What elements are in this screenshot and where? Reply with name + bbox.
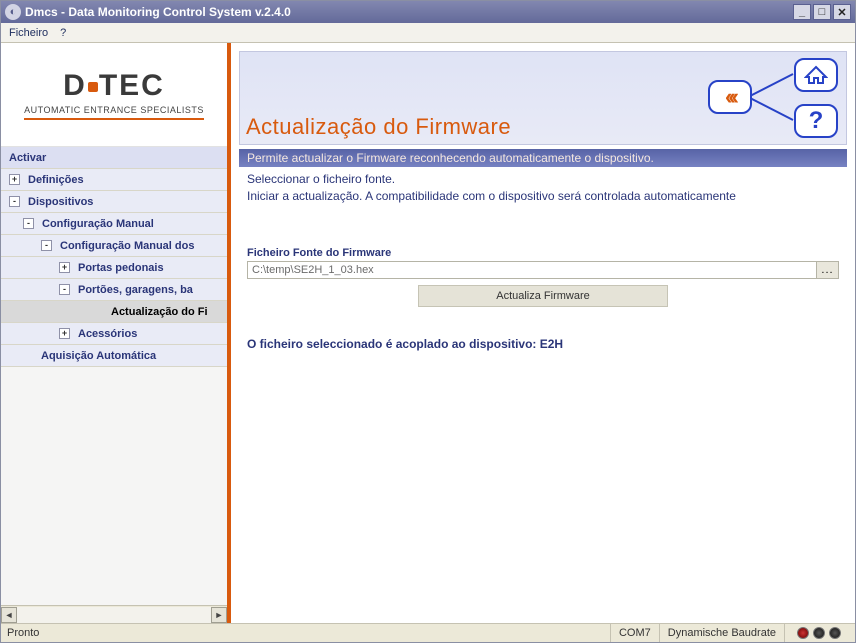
back-icon: ‹‹‹ bbox=[725, 84, 735, 110]
logo-area: DTEC AUTOMATIC ENTRANCE SPECIALISTS bbox=[1, 43, 227, 147]
status-ready: Pronto bbox=[7, 624, 47, 642]
app-icon: ◐ bbox=[5, 4, 21, 20]
scroll-right-icon[interactable]: ► bbox=[211, 607, 227, 623]
description-panel: Permite actualizar o Firmware reconhecen… bbox=[239, 149, 847, 211]
home-button[interactable] bbox=[794, 58, 838, 92]
collapse-icon[interactable]: - bbox=[59, 284, 70, 295]
description-line-2: Seleccionar o ficheiro fonte. bbox=[247, 171, 839, 188]
collapse-icon[interactable]: - bbox=[23, 218, 34, 229]
tree-scrollbar-horizontal[interactable]: ◄ ► bbox=[1, 605, 227, 623]
titlebar: ◐ Dmcs - Data Monitoring Control System … bbox=[1, 1, 855, 23]
app-window: ◐ Dmcs - Data Monitoring Control System … bbox=[0, 0, 856, 643]
logo-subtitle: AUTOMATIC ENTRANCE SPECIALISTS bbox=[24, 105, 204, 120]
hero-nav-icons: ‹‹‹ ? bbox=[668, 58, 838, 140]
back-button[interactable]: ‹‹‹ bbox=[708, 80, 752, 114]
body-area: DTEC AUTOMATIC ENTRANCE SPECIALISTS Acti… bbox=[1, 43, 855, 623]
maximize-button[interactable]: □ bbox=[813, 4, 831, 20]
minimize-button[interactable]: _ bbox=[793, 4, 811, 20]
update-firmware-button[interactable]: Actualiza Firmware bbox=[418, 285, 668, 307]
status-leds bbox=[784, 624, 849, 642]
sidebar-item-aquisicao-auto[interactable]: Aquisição Automática bbox=[1, 345, 227, 367]
sidebar-item-actualizacao-firmware[interactable]: Actualização do Fi bbox=[1, 301, 227, 323]
help-button[interactable]: ? bbox=[794, 104, 838, 138]
description-bar: Permite actualizar o Firmware reconhecen… bbox=[239, 149, 847, 167]
sidebar-item-portoes-garagens[interactable]: - Portões, garagens, ba bbox=[1, 279, 227, 301]
hero-banner: ‹‹‹ ? Actualização do Firmware bbox=[239, 51, 847, 145]
sidebar-item-definicoes[interactable]: + Definições bbox=[1, 169, 227, 191]
sidebar-item-config-manual[interactable]: - Configuração Manual bbox=[1, 213, 227, 235]
file-source-label: Ficheiro Fonte do Firmware bbox=[247, 247, 839, 259]
scroll-track[interactable] bbox=[17, 607, 211, 623]
led-dark-icon bbox=[829, 627, 841, 639]
expand-icon[interactable]: + bbox=[59, 262, 70, 273]
menu-bar: Ficheiro ? bbox=[1, 23, 855, 43]
sidebar-item-acessorios[interactable]: + Acessórios bbox=[1, 323, 227, 345]
expand-icon[interactable]: + bbox=[9, 174, 20, 185]
collapse-icon[interactable]: - bbox=[9, 196, 20, 207]
scroll-left-icon[interactable]: ◄ bbox=[1, 607, 17, 623]
logo-brand: DTEC bbox=[63, 69, 165, 103]
nav-tree: Activar + Definições - Dispositivos - Co… bbox=[1, 147, 227, 605]
led-dark-icon bbox=[813, 627, 825, 639]
menu-ficheiro[interactable]: Ficheiro bbox=[9, 27, 48, 39]
status-bar: Pronto COM7 Dynamische Baudrate bbox=[1, 623, 855, 642]
home-icon bbox=[804, 65, 828, 85]
window-title: Dmcs - Data Monitoring Control System v.… bbox=[25, 5, 791, 19]
sidebar-item-dispositivos[interactable]: - Dispositivos bbox=[1, 191, 227, 213]
file-path-input[interactable]: C:\temp\SE2H_1_03.hex bbox=[247, 261, 817, 279]
description-line-3: Iniciar a actualização. A compatibilidad… bbox=[247, 188, 839, 205]
sidebar-item-portas-pedonais[interactable]: + Portas pedonais bbox=[1, 257, 227, 279]
expand-icon[interactable]: + bbox=[59, 328, 70, 339]
browse-button[interactable]: ... bbox=[817, 261, 839, 279]
sidebar-item-config-manual-dos[interactable]: - Configuração Manual dos bbox=[1, 235, 227, 257]
status-port: COM7 bbox=[610, 624, 659, 642]
led-red-icon bbox=[797, 627, 809, 639]
help-icon: ? bbox=[809, 107, 824, 135]
status-baud: Dynamische Baudrate bbox=[659, 624, 784, 642]
sidebar-item-activar[interactable]: Activar bbox=[1, 147, 227, 169]
close-button[interactable]: ✕ bbox=[833, 4, 851, 20]
content-pane: ‹‹‹ ? Actualização do Firmware Permite a… bbox=[231, 43, 855, 623]
page-title: Actualização do Firmware bbox=[246, 114, 511, 140]
result-message: O ficheiro seleccionado é acoplado ao di… bbox=[247, 337, 839, 351]
form-area: Ficheiro Fonte do Firmware C:\temp\SE2H_… bbox=[239, 211, 847, 351]
menu-help[interactable]: ? bbox=[60, 27, 66, 39]
sidebar: DTEC AUTOMATIC ENTRANCE SPECIALISTS Acti… bbox=[1, 43, 231, 623]
collapse-icon[interactable]: - bbox=[41, 240, 52, 251]
file-input-row: C:\temp\SE2H_1_03.hex ... bbox=[247, 261, 839, 279]
